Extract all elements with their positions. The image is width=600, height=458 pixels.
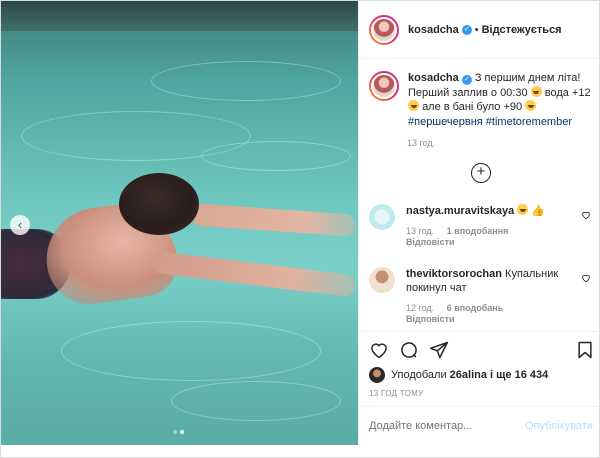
post-actions: Уподобали 26alina і ще 16 434 13 ГОД ТОМ… bbox=[359, 331, 600, 445]
liker-avatar[interactable] bbox=[369, 367, 385, 383]
comment-bubble-icon[interactable] bbox=[399, 340, 419, 360]
post-caption: kosadcha ✓ З першим днем літа! Перший зап… bbox=[369, 71, 595, 129]
like-heart-icon[interactable] bbox=[369, 340, 389, 360]
comment-input[interactable] bbox=[369, 420, 519, 432]
laughing-emoji-icon bbox=[408, 100, 419, 111]
water-ripple bbox=[171, 381, 341, 421]
caption-author-avatar[interactable] bbox=[369, 71, 399, 101]
water-ripple bbox=[61, 321, 321, 381]
post-media-video[interactable]: ‹ bbox=[1, 1, 358, 445]
comment-item: theviktorsorochan Купальник покинул чат … bbox=[369, 267, 595, 325]
load-more-comments-button[interactable]: + bbox=[471, 163, 491, 183]
plus-icon: + bbox=[476, 163, 486, 180]
hashtag-link[interactable]: #timetoremember bbox=[486, 116, 572, 128]
likes-summary: Уподобали 26alina і ще 16 434 bbox=[369, 367, 548, 383]
caption-text: kosadcha ✓ З першим днем літа! Перший зап… bbox=[408, 71, 594, 129]
laughing-emoji-icon bbox=[525, 100, 537, 111]
carousel-dot-active bbox=[180, 430, 184, 434]
post-timestamp: 13 ГОД ТОМУ bbox=[369, 389, 424, 398]
chevron-left-icon: ‹ bbox=[17, 217, 23, 232]
comment-meta: 13 год. 1 вподобання Відповісти bbox=[406, 226, 571, 248]
action-icons bbox=[369, 340, 449, 360]
add-comment-bar: Опублікувати bbox=[359, 406, 600, 446]
commenter-avatar[interactable] bbox=[369, 204, 395, 230]
comment-time: 13 год. bbox=[406, 226, 435, 236]
caption-line-3: вода +12 bbox=[544, 86, 591, 99]
post-side-panel: kosadcha ✓ • Відстежується kosadcha ✓ З п… bbox=[358, 1, 600, 445]
liker-username[interactable]: 26alina bbox=[450, 369, 487, 381]
reply-button[interactable]: Відповісти bbox=[406, 237, 571, 248]
grinning-emoji-icon bbox=[530, 85, 542, 97]
carousel-dot bbox=[173, 430, 177, 434]
comment-likes-link[interactable]: 1 вподобання bbox=[447, 226, 509, 236]
carousel-indicator bbox=[173, 430, 184, 434]
caption-line-1: З першим днем літа! bbox=[474, 72, 581, 84]
caption-line-2: Перший заплив о 00:30 bbox=[408, 86, 528, 99]
water-ripple bbox=[201, 141, 351, 171]
like-comment-heart-icon[interactable] bbox=[581, 273, 591, 283]
following-button[interactable]: Відстежується bbox=[482, 24, 562, 36]
laughing-emoji-icon bbox=[517, 204, 529, 215]
verified-badge-icon: ✓ bbox=[461, 75, 472, 85]
header-separator: • bbox=[474, 23, 479, 36]
commenter-username[interactable]: theviktorsorochan bbox=[406, 268, 502, 280]
like-comment-heart-icon[interactable] bbox=[581, 210, 591, 220]
share-paper-plane-icon[interactable] bbox=[429, 340, 449, 360]
likes-prefix: Уподобали bbox=[391, 369, 447, 381]
swimmer-head bbox=[119, 173, 199, 235]
publish-comment-button[interactable]: Опублікувати bbox=[525, 420, 593, 432]
comment-body: nastya.muravitskaya 👍 13 год. 1 вподобан… bbox=[406, 204, 571, 248]
likes-count-link[interactable]: і ще 16 434 bbox=[490, 369, 548, 381]
verified-badge-icon: ✓ bbox=[461, 24, 472, 35]
comment-body: theviktorsorochan Купальник покинул чат … bbox=[406, 267, 571, 325]
author-avatar[interactable] bbox=[369, 14, 399, 45]
swimmer-arm bbox=[150, 250, 357, 298]
comment-time: 12 год. bbox=[406, 303, 435, 313]
comment-meta: 12 год. 6 вподобань Відповісти bbox=[406, 303, 571, 325]
reply-button[interactable]: Відповісти bbox=[406, 314, 455, 324]
bookmark-icon bbox=[578, 341, 592, 359]
caption-time: 13 год. bbox=[407, 138, 436, 148]
hashtag-link[interactable]: #першечервня bbox=[408, 116, 483, 128]
swimmer-arm bbox=[190, 203, 357, 237]
commenter-username[interactable]: nastya.muravitskaya bbox=[406, 205, 514, 217]
comment-likes-link[interactable]: 6 вподобань bbox=[447, 303, 504, 313]
water-ripple bbox=[151, 61, 341, 101]
save-button[interactable] bbox=[575, 340, 595, 360]
author-username[interactable]: kosadcha bbox=[408, 24, 459, 36]
caption-line-4: але в бані було +90 bbox=[422, 101, 523, 113]
comment-text: 👍 bbox=[531, 205, 546, 217]
commenter-avatar[interactable] bbox=[369, 267, 395, 293]
previous-slide-button[interactable]: ‹ bbox=[10, 215, 30, 235]
caption-username[interactable]: kosadcha bbox=[408, 72, 459, 84]
comment-item: nastya.muravitskaya 👍 13 год. 1 вподобан… bbox=[369, 204, 595, 248]
post-header: kosadcha ✓ • Відстежується bbox=[359, 1, 600, 59]
pool-wall bbox=[1, 1, 358, 31]
post-dialog: ‹ kosadcha ✓ • Відстежується kosadcha ✓ З… bbox=[0, 0, 600, 458]
